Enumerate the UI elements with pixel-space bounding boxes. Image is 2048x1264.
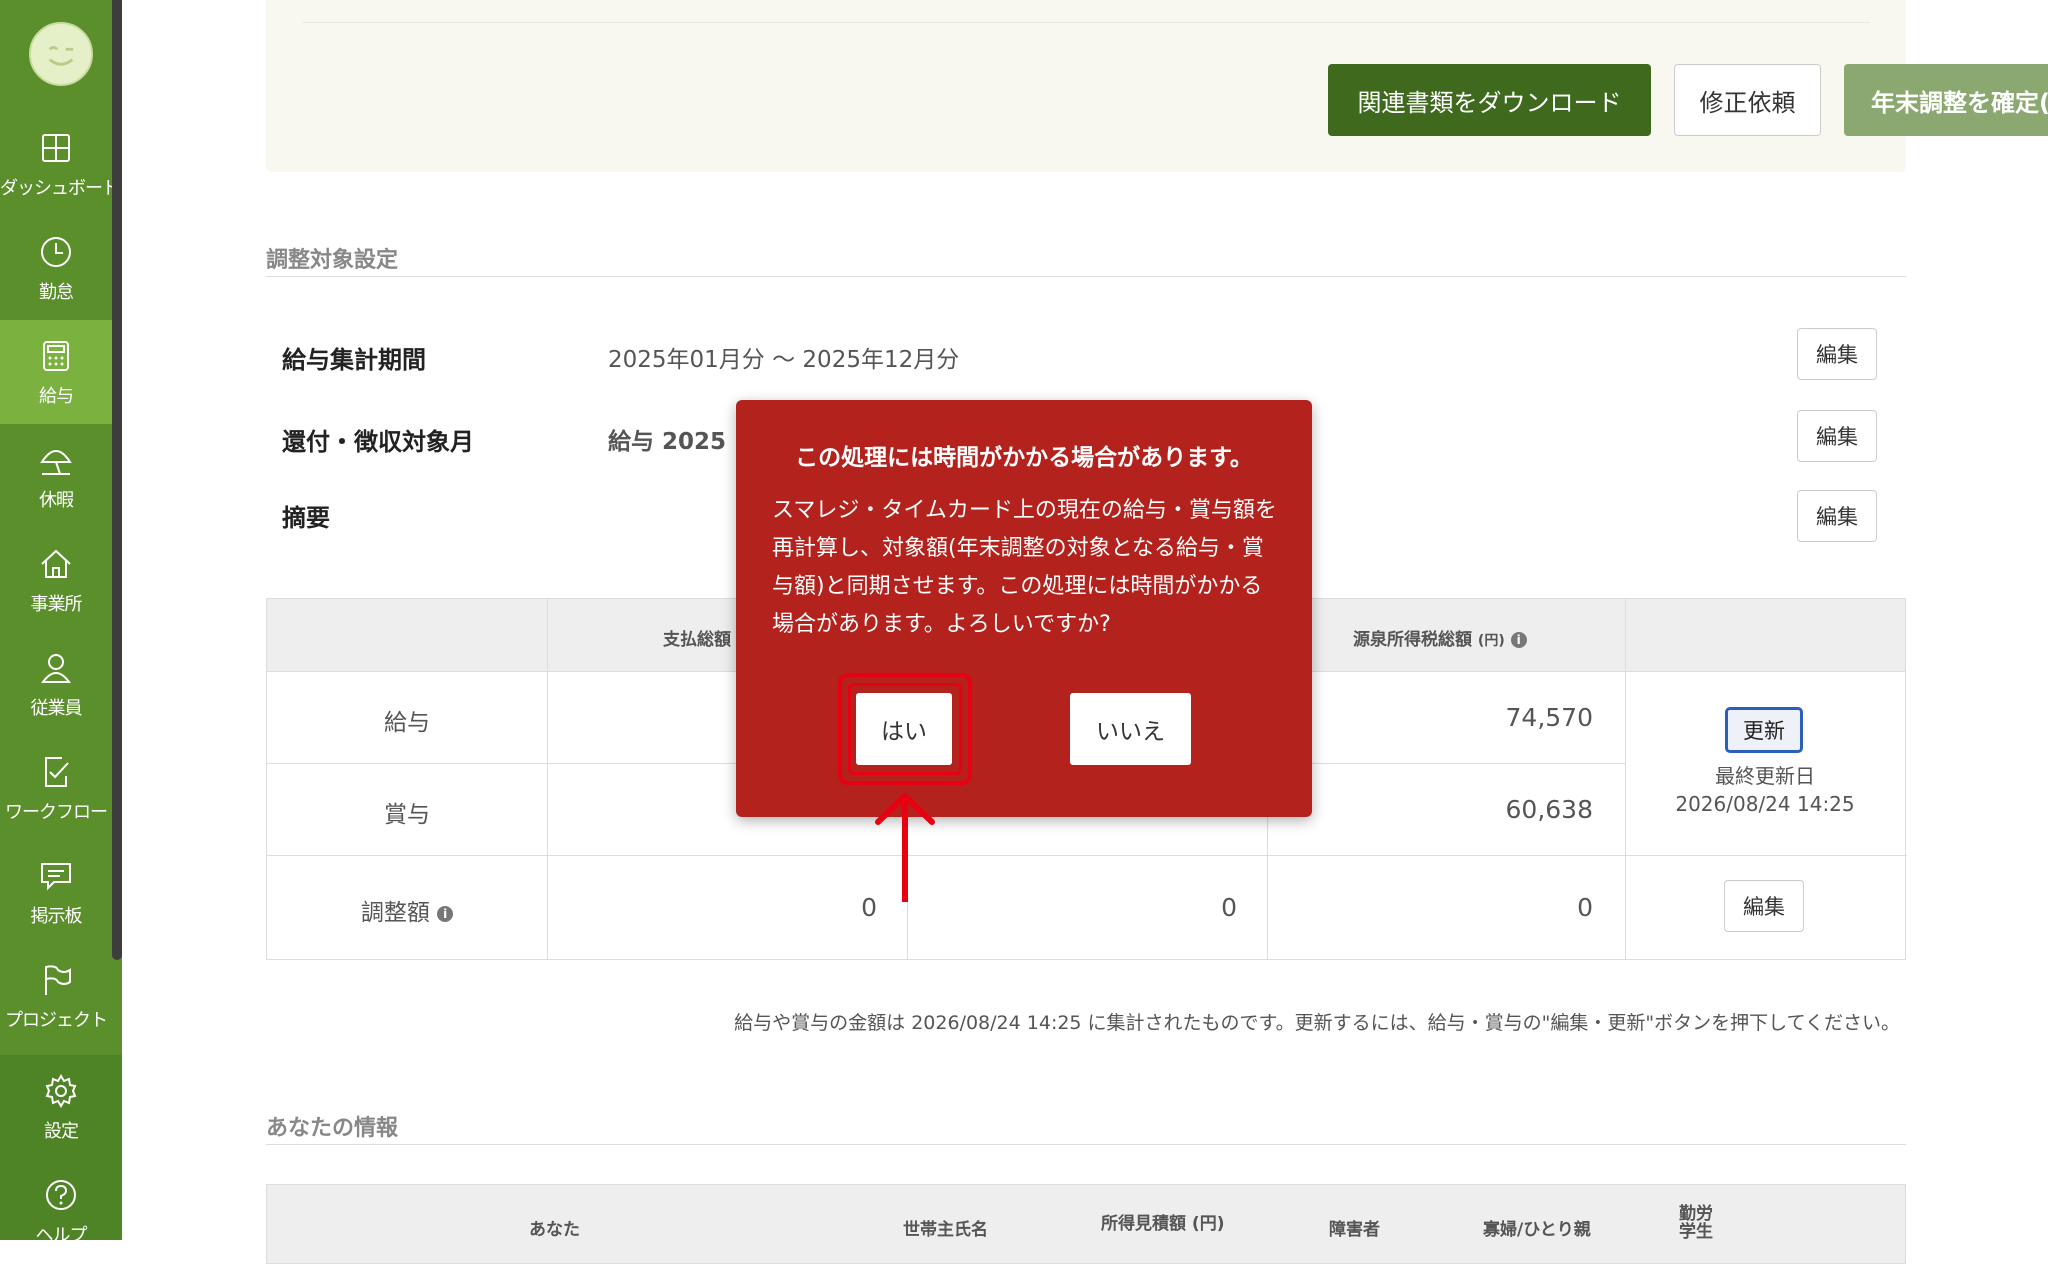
sidebar-item-label: プロジェクト	[5, 1010, 108, 1031]
sidebar-item-project[interactable]: プロジェクト	[0, 944, 112, 1048]
row-label-salary: 給与	[384, 710, 430, 736]
adjustment-edit-button[interactable]: 編集	[1724, 880, 1804, 932]
dialog-title: この処理には時間がかかる場合があります。	[795, 445, 1253, 471]
smiley-avatar-icon	[33, 26, 89, 82]
header-estimated-income: 所得見積額 (円)	[1101, 1214, 1225, 1234]
header-total-pay: 支払総額	[663, 630, 731, 650]
sidebar-item-label: 給与	[39, 386, 74, 407]
setting-label-refund-month: 還付・徴収対象月	[282, 428, 474, 456]
download-documents-button[interactable]: 関連書類をダウンロード	[1328, 64, 1651, 136]
header-household-head: 世帯主氏名	[903, 1220, 988, 1240]
dialog-no-button[interactable]: いいえ	[1070, 693, 1191, 765]
edit-button[interactable]: 編集	[1797, 490, 1877, 542]
calculator-icon	[43, 341, 69, 371]
update-button[interactable]: 更新	[1725, 707, 1803, 753]
sidebar-item-label: ダッシュボード	[0, 178, 120, 199]
adjustment-total-pay-value: 0	[861, 893, 877, 922]
avatar[interactable]	[29, 22, 93, 86]
row-label-adjustment: 調整額 i	[267, 893, 547, 927]
sidebar-scrollbar[interactable]	[112, 0, 122, 960]
bonus-withholding-value: 60,638	[1505, 795, 1593, 824]
adjustment-label: 調整額	[360, 900, 430, 926]
dashboard-icon	[42, 134, 70, 162]
home-icon	[41, 549, 71, 578]
sidebar-item-workflow[interactable]: ワークフロー	[0, 736, 112, 840]
info-table-header: あなた 世帯主氏名 所得見積額 (円) 障害者 寡婦/ひとり親 勤労学生	[266, 1184, 1906, 1264]
sidebar-item-label: 事業所	[30, 594, 83, 615]
flag-icon	[45, 965, 71, 995]
sidebar-item-settings[interactable]: 設定	[0, 1055, 122, 1159]
section-title-your-info: あなたの情報	[266, 1116, 399, 1141]
adjustment-withholding-value: 0	[1577, 893, 1593, 922]
sidebar-bottom: 設定 ヘルプ	[0, 1055, 122, 1246]
divider	[266, 1144, 1906, 1145]
sidebar-item-attendance[interactable]: 勤怠	[0, 216, 112, 320]
header-withholding: 源泉所得税総額 (円) i	[1353, 625, 1527, 650]
user-icon	[41, 654, 71, 683]
action-panel: 関連書類をダウンロード 修正依頼 年末調整を確定(確認)	[266, 0, 2048, 172]
setting-value-refund-month: 給与 2025	[608, 429, 727, 455]
last-updated-value: 2026/08/24 14:25	[1675, 792, 1855, 816]
sidebar-item-label: 休暇	[39, 490, 74, 511]
header-withholding-unit: (円)	[1477, 633, 1505, 649]
setting-value-pay-period: 2025年01月分 〜 2025年12月分	[608, 347, 960, 373]
confirm-year-end-button[interactable]: 年末調整を確定(確認)	[1844, 64, 2048, 136]
header-you: あなた	[529, 1220, 580, 1240]
sidebar-item-dashboard[interactable]: ダッシュボード	[0, 112, 120, 216]
gear-icon	[45, 1074, 77, 1108]
sidebar-item-payroll[interactable]: 給与	[0, 320, 112, 424]
adjustment-col3-value: 0	[1221, 893, 1237, 922]
divider	[547, 599, 548, 959]
setting-label-pay-period: 給与集計期間	[282, 346, 426, 374]
aggregation-note: 給与や賞与の金額は 2026/08/24 14:25 に集計されたものです。更新…	[734, 1012, 1900, 1034]
divider	[302, 22, 1870, 23]
info-icon[interactable]: i	[437, 905, 454, 922]
request-correction-button[interactable]: 修正依頼	[1674, 64, 1821, 136]
workflow-icon	[45, 757, 69, 787]
divider	[267, 855, 1907, 856]
clock-icon	[41, 237, 71, 267]
sidebar-item-help[interactable]: ヘルプ	[0, 1159, 122, 1263]
salary-withholding-value: 74,570	[1505, 703, 1593, 732]
header-widow-single-parent: 寡婦/ひとり親	[1483, 1220, 1591, 1240]
annotation-arrow-up-icon	[875, 793, 935, 902]
info-icon[interactable]: i	[1510, 632, 1527, 648]
sidebar-item-leave[interactable]: 休暇	[0, 424, 112, 528]
header-working-student: 勤労学生	[1679, 1204, 1713, 1242]
umbrella-icon	[40, 450, 72, 475]
header-disability: 障害者	[1329, 1220, 1380, 1240]
row-label-bonus: 賞与	[384, 802, 430, 828]
section-title-settings: 調整対象設定	[266, 248, 399, 273]
sidebar-item-label: 勤怠	[39, 282, 74, 303]
dialog-message: スマレジ・タイムカード上の現在の給与・賞与額を再計算し、対象額(年末調整の対象と…	[772, 498, 1277, 637]
message-icon	[41, 863, 71, 891]
edit-button[interactable]: 編集	[1797, 328, 1877, 380]
sidebar-item-label: 設定	[44, 1121, 79, 1142]
help-icon	[46, 1180, 76, 1210]
sidebar-item-label: ワークフロー	[5, 802, 108, 823]
last-updated-label: 最終更新日	[1715, 764, 1815, 788]
dialog-yes-button[interactable]: はい	[856, 693, 952, 765]
confirm-dialog: この処理には時間がかかる場合があります。 スマレジ・タイムカード上の現在の給与・…	[736, 400, 1312, 817]
sidebar: ダッシュボード 勤怠 給与 休暇 事業所 従業員 ワークフロー 掲示板 プロジェ…	[0, 0, 122, 1246]
header-withholding-label: 源泉所得税総額	[1353, 630, 1472, 650]
sidebar-item-label: ヘルプ	[35, 1225, 88, 1246]
sidebar-item-board[interactable]: 掲示板	[0, 840, 112, 944]
sidebar-item-employees[interactable]: 従業員	[0, 632, 112, 736]
sidebar-item-label: 従業員	[30, 698, 83, 719]
sidebar-item-label: 掲示板	[30, 906, 83, 927]
sidebar-item-office[interactable]: 事業所	[0, 528, 112, 632]
setting-label-remarks: 摘要	[282, 504, 330, 532]
edit-button[interactable]: 編集	[1797, 410, 1877, 462]
divider	[266, 276, 1906, 277]
